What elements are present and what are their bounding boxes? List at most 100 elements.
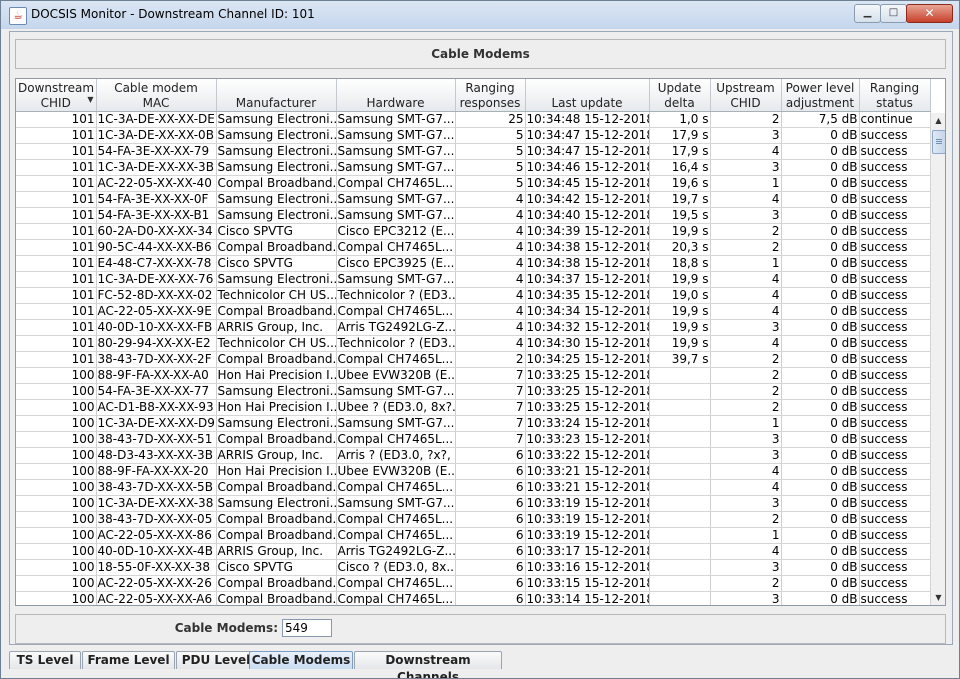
tab-ts-level[interactable]: TS Level xyxy=(9,651,81,669)
table-row[interactable]: 100 48-D3-43-XX-XX-3B ARRIS Group, Inc. Arr… xyxy=(16,447,931,464)
column-header-manufacturer[interactable]: Manufacturer xyxy=(216,79,337,112)
cell-manufacturer: ARRIS Group, Inc. xyxy=(216,319,337,336)
cell-downstream-chid: 101 xyxy=(16,159,97,176)
table-row[interactable]: 100 40-0D-10-XX-XX-4B ARRIS Group, Inc. Arr… xyxy=(16,543,931,560)
table-row[interactable]: 101 1C-3A-DE-XX-XX-3B Samsung Electroni...… xyxy=(16,159,931,176)
column-header-line1: Cable modem xyxy=(114,81,198,95)
tab-cable-modems[interactable]: Cable Modems xyxy=(249,651,353,669)
column-header-ranging-status[interactable]: Ranging status xyxy=(859,79,931,112)
column-header-line2: adjustment xyxy=(785,96,855,110)
cell-downstream-chid: 101 xyxy=(16,335,97,352)
cell-last-update: 10:33:21 15-12-2018 xyxy=(525,463,650,480)
table-row[interactable]: 101 54-FA-3E-XX-XX-0F Samsung Electroni...… xyxy=(16,191,931,208)
table-row[interactable]: 101 1C-3A-DE-XX-XX-76 Samsung Electroni...… xyxy=(16,271,931,288)
table-row[interactable]: 101 40-0D-10-XX-XX-FB ARRIS Group, Inc. Arr… xyxy=(16,319,931,336)
cell-ranging-status: success xyxy=(859,239,931,256)
cell-manufacturer: ARRIS Group, Inc. xyxy=(216,543,337,560)
table-row[interactable]: 101 E4-48-C7-XX-XX-78 Cisco SPVTG Cisco EPC… xyxy=(16,255,931,272)
cell-update-delta: 19,9 s xyxy=(649,319,711,336)
tab-pdu-level[interactable]: PDU Level xyxy=(176,651,256,669)
table-row[interactable]: 100 88-9F-FA-XX-XX-A0 Hon Hai Precision I.… xyxy=(16,367,931,384)
scroll-down-arrow-icon[interactable]: ▼ xyxy=(931,590,945,605)
column-header-update-delta[interactable]: Update delta xyxy=(649,79,711,112)
cell-upstream-chid: 2 xyxy=(710,351,782,368)
minimize-button[interactable]: ▁ xyxy=(854,4,881,23)
cell-upstream-chid: 3 xyxy=(710,319,782,336)
table-row[interactable]: 100 88-9F-FA-XX-XX-20 Hon Hai Precision I.… xyxy=(16,463,931,480)
cell-ranging-responses: 6 xyxy=(455,591,526,605)
table-row[interactable]: 101 AC-22-05-XX-XX-40 Compal Broadband... C… xyxy=(16,175,931,192)
cell-ranging-responses: 4 xyxy=(455,319,526,336)
table-row[interactable]: 101 60-2A-D0-XX-XX-34 Cisco SPVTG Cisco EPC… xyxy=(16,223,931,240)
cable-modems-count-field[interactable]: 549 xyxy=(282,619,332,637)
cell-downstream-chid: 100 xyxy=(16,591,97,605)
cell-hardware: Compal CH7465L... xyxy=(336,527,456,544)
table-row[interactable]: 101 54-FA-3E-XX-XX-B1 Samsung Electroni...… xyxy=(16,207,931,224)
cell-manufacturer: Compal Broadband... xyxy=(216,527,337,544)
cell-upstream-chid: 3 xyxy=(710,447,782,464)
table-row[interactable]: 100 38-43-7D-XX-XX-05 Compal Broadband... C… xyxy=(16,511,931,528)
table-row[interactable]: 101 80-29-94-XX-XX-E2 Technicolor CH US...… xyxy=(16,335,931,352)
column-header-hardware[interactable]: Hardware xyxy=(336,79,456,112)
cell-manufacturer: Cisco SPVTG xyxy=(216,559,337,576)
column-header-upstream-chid[interactable]: Upstream CHID xyxy=(710,79,782,112)
scroll-up-arrow-icon[interactable]: ▲ xyxy=(931,113,945,128)
cell-manufacturer: Hon Hai Precision I... xyxy=(216,367,337,384)
table-row[interactable]: 101 1C-3A-DE-XX-XX-0B Samsung Electroni...… xyxy=(16,127,931,144)
table-row[interactable]: 100 AC-22-05-XX-XX-26 Compal Broadband... C… xyxy=(16,575,931,592)
table-row[interactable]: 100 54-FA-3E-XX-XX-77 Samsung Electroni...… xyxy=(16,383,931,400)
vertical-scrollbar[interactable]: ▲ ▼ xyxy=(930,113,945,605)
cell-downstream-chid: 100 xyxy=(16,511,97,528)
column-header-line2: CHID xyxy=(40,96,71,110)
cell-last-update: 10:34:48 15-12-2018 xyxy=(525,111,650,128)
table-row[interactable]: 100 AC-D1-B8-XX-XX-93 Hon Hai Precision I.… xyxy=(16,399,931,416)
table-row[interactable]: 100 1C-3A-DE-XX-XX-D9 Samsung Electroni...… xyxy=(16,415,931,432)
scroll-thumb[interactable] xyxy=(932,130,945,154)
cell-ranging-status: success xyxy=(859,175,931,192)
title-bar[interactable]: ☕ DOCSIS Monitor - Downstream Channel ID… xyxy=(1,1,959,29)
tab-frame-level[interactable]: Frame Level xyxy=(82,651,175,669)
table-row[interactable]: 101 FC-52-8D-XX-XX-02 Technicolor CH US...… xyxy=(16,287,931,304)
column-header-cable-modem-mac[interactable]: Cable modem MAC xyxy=(96,79,217,112)
cell-ranging-status: success xyxy=(859,287,931,304)
cell-hardware: Ubee EVW320B (E... xyxy=(336,367,456,384)
table-row[interactable]: 100 1C-3A-DE-XX-XX-38 Samsung Electroni...… xyxy=(16,495,931,512)
cell-manufacturer: Compal Broadband... xyxy=(216,591,337,606)
table-row[interactable]: 101 1C-3A-DE-XX-XX-DE Samsung Electroni...… xyxy=(16,111,931,128)
cell-last-update: 10:34:37 15-12-2018 xyxy=(525,271,650,288)
cell-downstream-chid: 101 xyxy=(16,255,97,272)
cell-last-update: 10:34:39 15-12-2018 xyxy=(525,223,650,240)
column-header-ranging-responses[interactable]: Ranging responses xyxy=(455,79,526,112)
column-header-power-level-adjustment[interactable]: Power level adjustment xyxy=(781,79,860,112)
cell-hardware: Samsung SMT-G7... xyxy=(336,495,456,512)
table-row[interactable]: 101 90-5C-44-XX-XX-B6 Compal Broadband... C… xyxy=(16,239,931,256)
column-header-last-update[interactable]: Last update xyxy=(525,79,650,112)
cell-downstream-chid: 101 xyxy=(16,319,97,336)
table-row[interactable]: 100 18-55-0F-XX-XX-38 Cisco SPVTG Cisco ? (… xyxy=(16,559,931,576)
cell-power-level-adjustment: 0 dB xyxy=(781,543,860,560)
cell-ranging-responses: 6 xyxy=(455,575,526,592)
column-header-line2: status xyxy=(876,96,913,110)
cell-hardware: Compal CH7465L... xyxy=(336,351,456,368)
table-row[interactable]: 101 38-43-7D-XX-XX-2F Compal Broadband... C… xyxy=(16,351,931,368)
table-row[interactable]: 101 AC-22-05-XX-XX-9E Compal Broadband... C… xyxy=(16,303,931,320)
cell-cable-modem-mac: 80-29-94-XX-XX-E2 xyxy=(96,335,217,352)
maximize-button[interactable]: □ xyxy=(880,4,907,23)
cell-update-delta: 17,9 s xyxy=(649,143,711,160)
table-row[interactable]: 100 AC-22-05-XX-XX-86 Compal Broadband... C… xyxy=(16,527,931,544)
table-row[interactable]: 100 38-43-7D-XX-XX-5B Compal Broadband... C… xyxy=(16,479,931,496)
cell-power-level-adjustment: 0 dB xyxy=(781,239,860,256)
cell-power-level-adjustment: 0 dB xyxy=(781,495,860,512)
tab-downstream-channels[interactable]: Downstream Channels xyxy=(354,651,502,678)
table-row[interactable]: 100 38-43-7D-XX-XX-51 Compal Broadband... C… xyxy=(16,431,931,448)
cell-ranging-responses: 6 xyxy=(455,511,526,528)
cell-upstream-chid: 2 xyxy=(710,575,782,592)
cell-upstream-chid: 4 xyxy=(710,463,782,480)
cell-upstream-chid: 4 xyxy=(710,479,782,496)
table-row[interactable]: 101 54-FA-3E-XX-XX-79 Samsung Electroni...… xyxy=(16,143,931,160)
column-header-downstream-chid[interactable]: Downstream CHID ▼ xyxy=(16,79,97,112)
close-button[interactable]: ✕ xyxy=(906,4,953,23)
cell-ranging-status: success xyxy=(859,367,931,384)
cell-update-delta: 19,7 s xyxy=(649,191,711,208)
table-row[interactable]: 100 AC-22-05-XX-XX-A6 Compal Broadband... C… xyxy=(16,591,931,606)
